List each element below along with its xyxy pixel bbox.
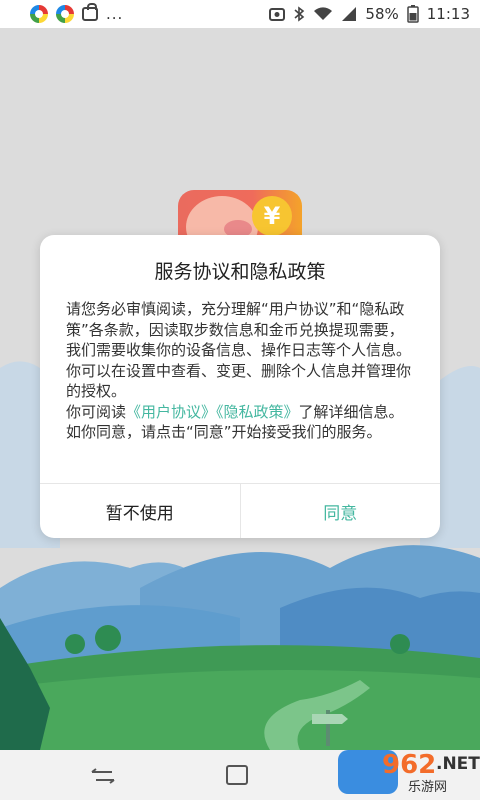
home-icon[interactable] xyxy=(226,765,248,785)
app-notification-icon xyxy=(30,5,48,23)
privacy-dialog: 服务协议和隐私政策 请您务必审慎阅读，充分理解“用户协议”和“隐私政策”各条款，… xyxy=(40,235,440,538)
bluetooth-icon xyxy=(294,6,305,22)
shopping-bag-icon xyxy=(82,3,98,21)
dialog-paragraph: 请您务必审慎阅读，充分理解“用户协议”和“隐私政策”各条款，因读取步数信息和金币… xyxy=(66,300,412,400)
coin-icon: ¥ xyxy=(252,196,292,236)
privacy-policy-link[interactable]: 《隐私政策》 xyxy=(216,403,299,421)
status-left: ... xyxy=(30,3,124,23)
site-watermark: 962 .NET 乐游网 xyxy=(338,744,480,796)
dialog-title: 服务协议和隐私政策 xyxy=(154,261,326,283)
links-prefix: 你可阅读 xyxy=(66,402,127,421)
more-notifications: ... xyxy=(106,5,124,23)
clock: 11:13 xyxy=(426,5,470,23)
battery-percent: 58% xyxy=(365,5,399,23)
user-agreement-link[interactable]: 《用户协议》 xyxy=(126,403,216,421)
agree-button[interactable]: 同意 xyxy=(241,484,441,538)
battery-icon xyxy=(407,5,419,23)
status-bar: ... 58% 11:13 xyxy=(0,0,480,28)
dialog-body: 请您务必审慎阅读，充分理解“用户协议”和“隐私政策”各条款，因读取步数信息和金币… xyxy=(66,299,416,443)
wifi-icon xyxy=(314,7,333,20)
watermark-net: .NET xyxy=(436,754,480,774)
recent-apps-icon[interactable] xyxy=(90,767,116,785)
signal-icon xyxy=(342,7,357,21)
status-right: 58% 11:13 xyxy=(269,5,470,23)
app-notification-icon xyxy=(56,5,74,23)
screenshot-icon xyxy=(269,8,286,21)
dialog-paragraph-links: 你可阅读《用户协议》《隐私政策》了解详细信息。如你同意，请点击“同意”开始接受我… xyxy=(66,402,416,443)
dialog-button-bar: 暂不使用 同意 xyxy=(40,483,440,538)
watermark-text: 乐游网 xyxy=(408,780,448,795)
decline-button[interactable]: 暂不使用 xyxy=(40,484,241,538)
